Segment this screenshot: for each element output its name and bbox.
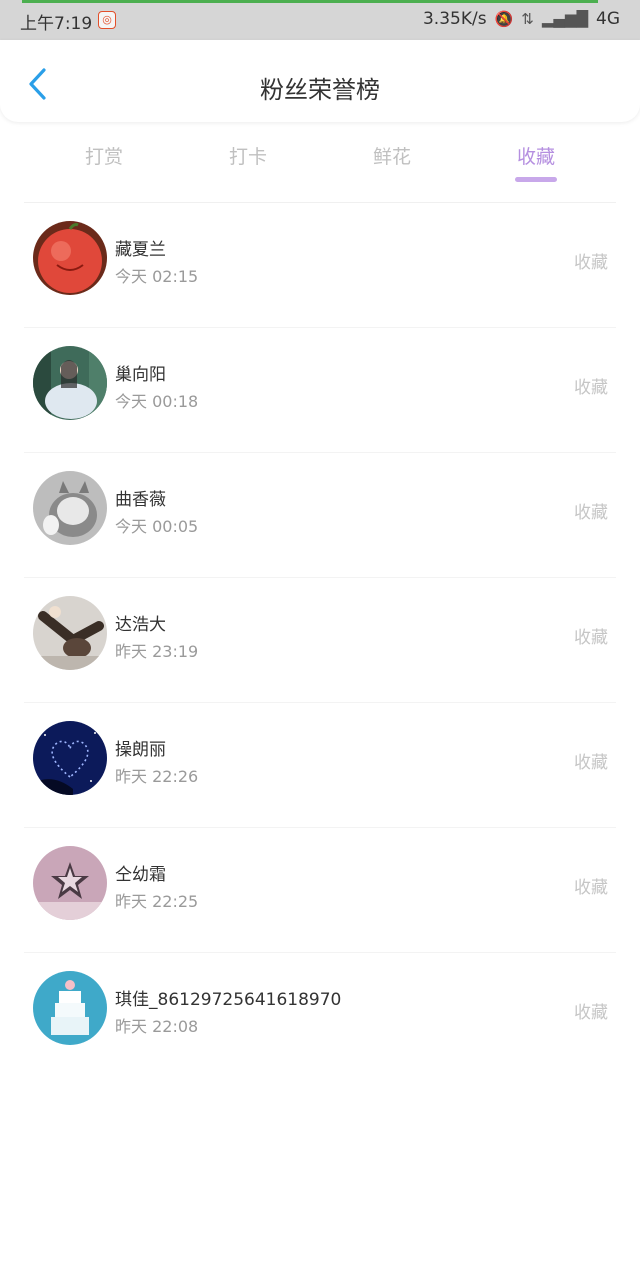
fan-time: 昨天 22:08: [115, 1017, 199, 1036]
list-item[interactable]: 藏夏兰 今天 02:15 收藏: [24, 203, 616, 328]
fan-time: 今天 02:15: [115, 267, 199, 286]
action-label: 收藏: [574, 753, 608, 773]
action-label: 收藏: [574, 378, 608, 398]
list-item[interactable]: 曲香薇 今天 00:05 收藏: [24, 453, 616, 578]
avatar[interactable]: [33, 721, 107, 795]
avatar[interactable]: [33, 221, 107, 295]
list-item[interactable]: 操朗丽 昨天 22:26 收藏: [24, 703, 616, 828]
avatar[interactable]: [33, 846, 107, 920]
list-item[interactable]: 琪佳_86129725641618970 昨天 22:08 收藏: [24, 953, 616, 1078]
list-item[interactable]: 达浩大 昨天 23:19 收藏: [24, 578, 616, 703]
action-label: 收藏: [574, 503, 608, 523]
action-label: 收藏: [574, 878, 608, 898]
status-right: 3.35K/s 🔕 ⇅ ▂▄▆█ 4G: [423, 9, 620, 29]
fan-name: 达浩大: [115, 615, 166, 635]
action-label: 收藏: [574, 253, 608, 273]
data-transfer-icon: ⇅: [521, 10, 534, 28]
avatar[interactable]: [33, 596, 107, 670]
fan-time: 今天 00:18: [115, 392, 199, 411]
list-item[interactable]: 巢向阳 今天 00:18 收藏: [24, 328, 616, 453]
fan-name: 巢向阳: [115, 365, 166, 385]
tab-checkin[interactable]: 打卡: [176, 128, 320, 188]
page-title: 粉丝荣誉榜: [260, 76, 380, 104]
fan-time: 昨天 22:26: [115, 767, 199, 786]
network-type: 4G: [596, 9, 620, 29]
fan-name: 仝幼霜: [115, 865, 166, 885]
status-time: 上午7:19: [20, 14, 93, 34]
fan-list: 藏夏兰 今天 02:15 收藏 巢向阳 今天 00:18 收藏 曲香薇 今天 0…: [24, 202, 616, 1078]
status-bar: 上午7:19 ◎ 3.35K/s 🔕 ⇅ ▂▄▆█ 4G: [0, 0, 640, 40]
app-notification-icon: ◎: [98, 11, 116, 29]
mute-icon: 🔕: [494, 10, 514, 28]
fan-time: 今天 00:05: [115, 517, 199, 536]
avatar[interactable]: [33, 471, 107, 545]
net-speed: 3.35K/s: [422, 9, 487, 29]
fan-time: 昨天 23:19: [115, 642, 199, 661]
avatar[interactable]: [33, 971, 107, 1045]
loading-progress-bar: [22, 0, 598, 3]
fan-name: 操朗丽: [115, 740, 166, 760]
header: 粉丝荣誉榜: [0, 40, 640, 122]
fan-name: 藏夏兰: [115, 240, 166, 260]
fan-name: 曲香薇: [115, 490, 166, 510]
tab-bar: 打赏 打卡 鲜花 收藏: [32, 128, 608, 188]
tab-flowers[interactable]: 鲜花: [320, 128, 464, 188]
action-label: 收藏: [574, 1003, 608, 1023]
list-item[interactable]: 仝幼霜 昨天 22:25 收藏: [24, 828, 616, 953]
tab-reward[interactable]: 打赏: [32, 128, 176, 188]
tab-favorites[interactable]: 收藏: [464, 128, 608, 188]
action-label: 收藏: [574, 628, 608, 648]
fan-time: 昨天 22:25: [115, 892, 199, 911]
signal-icon: ▂▄▆█: [541, 10, 588, 28]
fan-name: 琪佳_86129725641618970: [115, 990, 342, 1010]
avatar[interactable]: [33, 346, 107, 420]
